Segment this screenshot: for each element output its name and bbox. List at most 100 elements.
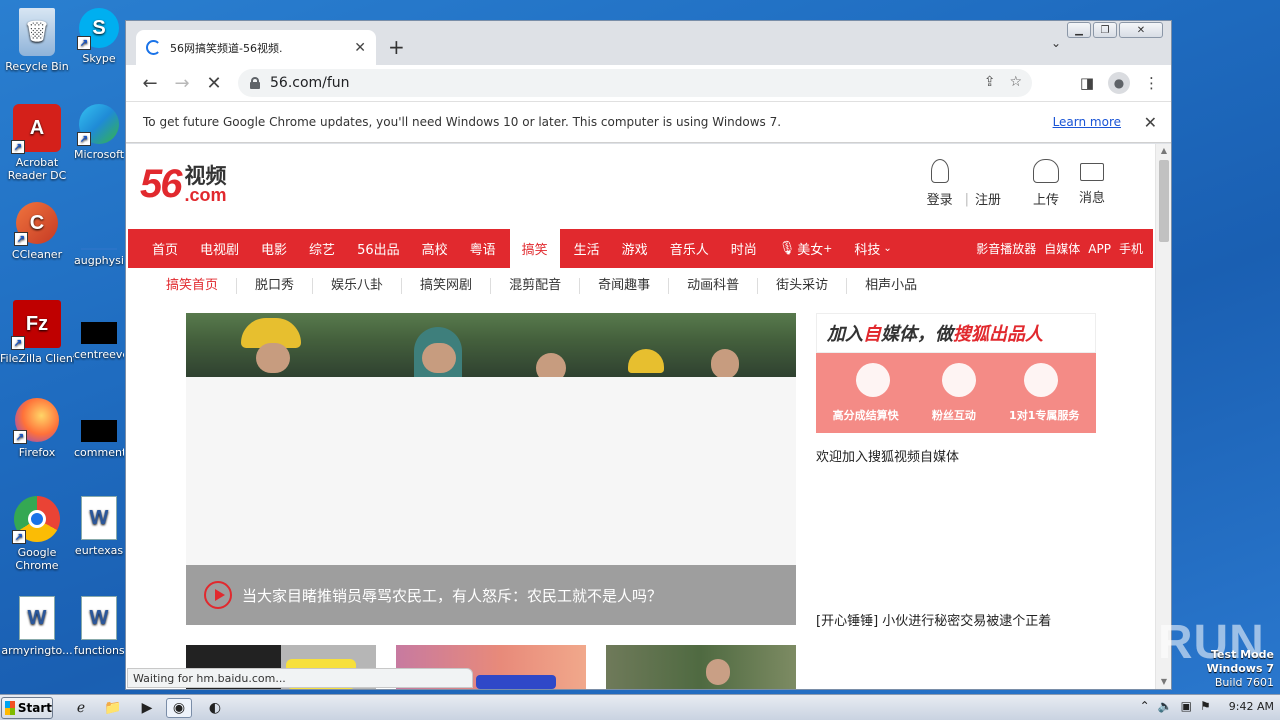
subnav-animation-science[interactable]: 动画科普 (669, 278, 759, 294)
desktop-icon-google-chrome[interactable]: ↗ Google Chrome (0, 496, 74, 572)
windows-logo-icon (5, 701, 15, 715)
nav-home[interactable]: 首页 (128, 229, 189, 268)
word-doc-icon: W (81, 596, 117, 640)
page-scrollbar[interactable]: ▲ ▼ (1155, 144, 1171, 689)
desktop-icon-armyringto[interactable]: W armyringto... (0, 596, 74, 657)
nav-app[interactable]: APP (1088, 242, 1111, 256)
nav-tv[interactable]: 电视剧 (189, 229, 250, 268)
side-video-title[interactable]: [开心锤锤] 小伙进行秘密交易被逮个正着 (816, 610, 1051, 629)
nav-funny[interactable]: 搞笑 (509, 229, 560, 268)
desktop-icon-ccleaner[interactable]: C ↗ CCleaner (0, 202, 74, 261)
menu-kebab-icon[interactable]: ⋮ (1144, 74, 1159, 92)
featured-video-area[interactable] (186, 377, 796, 565)
desktop-icon-recycle-bin[interactable]: 🗑 Recycle Bin (0, 8, 74, 73)
nav-tech[interactable]: 科技 ⌄ (843, 229, 902, 268)
desktop-icon-commentb[interactable]: commentb (74, 398, 124, 459)
subnav-street-interview[interactable]: 街头采访 (758, 278, 848, 294)
nav-campus[interactable]: 高校 (411, 229, 459, 268)
subnav-oddities[interactable]: 奇闻趣事 (580, 278, 670, 294)
nav-musicians[interactable]: 音乐人 (659, 229, 720, 268)
desktop-icon-skype[interactable]: S ↗ Skype (74, 8, 124, 65)
action-center-flag-icon[interactable]: ⚑ (1200, 699, 1211, 713)
nav-56-original[interactable]: 56出品 (346, 229, 411, 268)
nav-cantonese[interactable]: 粤语 (459, 229, 507, 268)
login-button[interactable]: 登录 (917, 159, 963, 208)
subnav-crosstalk[interactable]: 相声小品 (847, 278, 935, 294)
subnav-web-drama[interactable]: 搞笑网剧 (402, 278, 492, 294)
separator: | (964, 192, 969, 207)
site-logo[interactable]: 56 视频 .com (140, 164, 227, 204)
desktop-icon-filezilla[interactable]: Fz ↗ FileZilla Client (0, 300, 74, 365)
nav-player[interactable]: 影音播放器 (976, 240, 1036, 257)
play-icon[interactable] (204, 581, 232, 609)
page-viewport: 56 视频 .com 登录 | 注册 上传 消息 首页 电视剧 电影 综艺 56… (126, 144, 1155, 689)
nav-variety[interactable]: 综艺 (298, 229, 346, 268)
register-link[interactable]: 注册 (971, 159, 1005, 208)
tab-search-icon[interactable]: ⌄ (1051, 36, 1061, 50)
taskbar-media-player-icon[interactable]: ▶ (134, 698, 160, 718)
subnav-gossip[interactable]: 娱乐八卦 (313, 278, 403, 294)
subnav-talk-show[interactable]: 脱口秀 (237, 278, 314, 294)
lock-icon[interactable] (250, 77, 260, 89)
taskbar-chrome-icon[interactable]: ◉ (166, 698, 192, 718)
taskbar-ie-icon[interactable]: ℯ (68, 698, 94, 718)
volume-icon[interactable]: 🔈 (1158, 699, 1173, 713)
nav-fashion[interactable]: 时尚 (720, 229, 768, 268)
ad-title: 加入自媒体，做 搜狐出品人 (816, 313, 1096, 353)
chat-icon (942, 363, 976, 397)
subnav-remix-dubbing[interactable]: 混剪配音 (491, 278, 581, 294)
self-media-ad-banner[interactable]: 加入自媒体，做 搜狐出品人 高分成结算快 粉丝互动 1对1专属服务 (816, 313, 1096, 433)
share-icon[interactable]: ⇪ (984, 74, 996, 90)
recycle-bin-icon: 🗑 (19, 8, 55, 56)
new-tab-button[interactable]: + (388, 35, 405, 59)
messages-button[interactable]: 消息 (1069, 159, 1115, 208)
desktop-icon-firefox[interactable]: ↗ Firefox (0, 398, 74, 459)
infobar-close-icon[interactable]: ✕ (1144, 113, 1157, 132)
nav-movie[interactable]: 电影 (250, 229, 298, 268)
nav-self-media[interactable]: 自媒体 (1044, 240, 1080, 257)
featured-video-image[interactable] (186, 313, 796, 377)
learn-more-link[interactable]: Learn more (1053, 115, 1121, 129)
upload-button[interactable]: 上传 (1023, 159, 1069, 208)
scroll-up-icon[interactable]: ▲ (1156, 144, 1172, 158)
desktop-icon-acrobat[interactable]: A ↗ Acrobat Reader DC (0, 104, 74, 182)
filezilla-icon: Fz ↗ (11, 300, 61, 350)
back-button[interactable]: ← (134, 67, 166, 99)
tab-56-fun[interactable]: 56网搞笑频道-56视频. ✕ (136, 30, 376, 65)
nav-life[interactable]: 生活 (563, 229, 611, 268)
scrollbar-thumb[interactable] (1159, 160, 1169, 242)
taskbar-explorer-icon[interactable]: 📁 (100, 698, 126, 718)
desktop-icon-microsoft-edge[interactable]: ↗ Microsoft (74, 104, 124, 161)
self-media-link[interactable]: 欢迎加入搜狐视频自媒体 (816, 446, 959, 465)
nav-games[interactable]: 游戏 (611, 229, 659, 268)
nav-mobile[interactable]: 手机 (1119, 240, 1143, 257)
tab-close-icon[interactable]: ✕ (354, 40, 366, 56)
nav-beauty[interactable]: 🎙 美女 + (768, 229, 844, 268)
scroll-down-icon[interactable]: ▼ (1156, 675, 1172, 689)
address-bar[interactable]: 56.com/fun ⇪ ☆ (238, 69, 1032, 97)
tray-expand-icon[interactable]: ⌃ (1140, 699, 1150, 713)
desktop-icon-augphysic[interactable]: augphysic (74, 202, 124, 267)
taskbar-edge-icon[interactable]: ◐ (202, 698, 228, 718)
tab-strip: 56网搞笑频道-56视频. ✕ + ⌄ (126, 21, 1171, 65)
update-infobar: To get future Google Chrome updates, you… (126, 101, 1171, 143)
shortcut-arrow-icon: ↗ (13, 430, 27, 444)
ad-features: 高分成结算快 粉丝互动 1对1专属服务 (816, 353, 1096, 433)
network-icon[interactable]: ▣ (1181, 699, 1192, 713)
desktop-icon-functions[interactable]: W functions (74, 596, 124, 657)
clock[interactable]: 9:42 AM (1229, 700, 1274, 713)
subnav-funny-home[interactable]: 搞笑首页 (156, 278, 238, 294)
pie-chart-icon (856, 363, 890, 397)
desktop-icon-eurtexas[interactable]: W eurtexas (74, 496, 124, 557)
chrome-window: ▁ ❐ ✕ 56网搞笑频道-56视频. ✕ + ⌄ ← → ✕ 56.com/f… (125, 20, 1172, 690)
video-thumbnail[interactable] (606, 645, 796, 689)
profile-avatar-icon[interactable]: ● (1108, 72, 1130, 94)
desktop-icon-centreeve[interactable]: centreeve (74, 300, 124, 361)
side-panel-icon[interactable]: ◨ (1080, 74, 1094, 92)
start-button[interactable]: Start (1, 697, 53, 719)
forward-button[interactable]: → (166, 67, 198, 99)
stop-loading-button[interactable]: ✕ (198, 67, 230, 99)
nav-beauty-label: 美女 (797, 243, 824, 258)
featured-caption[interactable]: 当大家目睹推销员辱骂农民工，有人怒斥：农民工就不是人吗？ (186, 565, 796, 625)
bookmark-star-icon[interactable]: ☆ (1009, 74, 1022, 90)
